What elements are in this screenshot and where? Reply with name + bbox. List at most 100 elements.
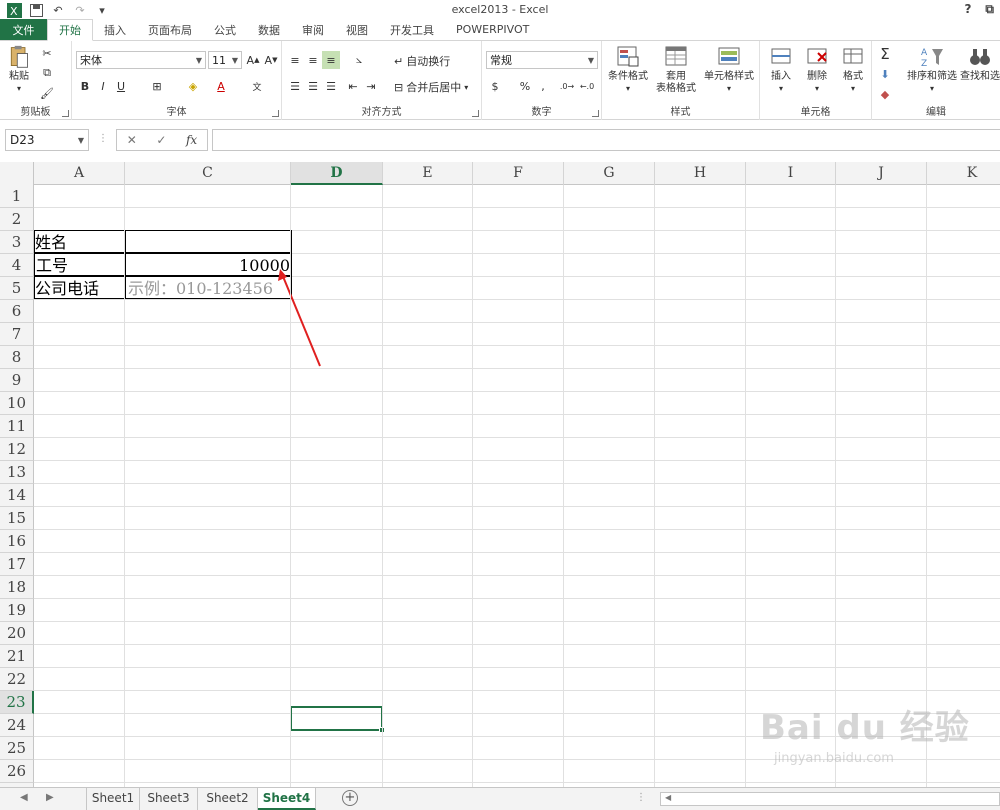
decrease-decimal-icon[interactable]: ←.0 — [578, 77, 596, 95]
row-header[interactable]: 20 — [0, 622, 34, 645]
fill-color-icon[interactable]: ◈ — [184, 77, 202, 95]
column-header[interactable]: D — [291, 162, 383, 185]
tab-data[interactable]: 数据 — [247, 19, 291, 40]
row-header[interactable]: 7 — [0, 323, 34, 346]
format-painter-icon[interactable]: 🖌 — [38, 84, 56, 102]
cell-C4[interactable]: 示例：010-123456 — [124, 276, 292, 299]
align-center-icon[interactable]: ☰ — [304, 77, 322, 95]
align-middle-icon[interactable]: ≡ — [304, 51, 322, 69]
align-left-icon[interactable]: ☰ — [286, 77, 304, 95]
row-header[interactable]: 9 — [0, 369, 34, 392]
add-sheet-button[interactable]: + — [342, 790, 358, 806]
row-header[interactable]: 14 — [0, 484, 34, 507]
align-right-icon[interactable]: ☰ — [322, 77, 340, 95]
cells-area[interactable]: 姓名 工号 10000 公司电话 示例：010-123456 — [34, 185, 1000, 787]
column-header[interactable]: F — [473, 162, 564, 185]
row-header[interactable]: 15 — [0, 507, 34, 530]
row-header[interactable]: 17 — [0, 553, 34, 576]
tab-formulas[interactable]: 公式 — [203, 19, 247, 40]
tab-file[interactable]: 文件 — [0, 19, 47, 40]
row-header[interactable]: 12 — [0, 438, 34, 461]
border-icon[interactable]: ⊞ — [148, 77, 166, 95]
underline-button[interactable]: U — [112, 77, 130, 95]
conditional-format-button[interactable]: 条件格式 ▾ — [604, 45, 652, 95]
row-header[interactable]: 1 — [0, 185, 34, 208]
font-launcher[interactable] — [272, 110, 279, 117]
column-header[interactable]: A — [34, 162, 125, 185]
number-launcher[interactable] — [592, 110, 599, 117]
fill-icon[interactable]: ⬇ — [876, 65, 894, 83]
insert-cells-button[interactable]: 插入 ▾ — [764, 45, 798, 95]
tab-powerpivot[interactable]: POWERPIVOT — [445, 19, 540, 40]
format-cells-button[interactable]: 格式 ▾ — [836, 45, 870, 95]
cancel-edit-button[interactable]: ✕ — [127, 133, 137, 147]
prev-sheet-icon[interactable]: ◀ — [20, 792, 28, 803]
row-header[interactable]: 24 — [0, 714, 34, 737]
tab-page-layout[interactable]: 页面布局 — [137, 19, 203, 40]
row-header[interactable]: 21 — [0, 645, 34, 668]
tab-review[interactable]: 审阅 — [291, 19, 335, 40]
horizontal-scrollbar[interactable]: ◀ — [660, 792, 1000, 806]
insert-function-button[interactable]: fx — [186, 133, 197, 147]
sort-filter-button[interactable]: AZ 排序和筛选 ▾ — [906, 45, 958, 95]
row-header[interactable]: 19 — [0, 599, 34, 622]
row-header[interactable]: 22 — [0, 668, 34, 691]
row-header[interactable]: 4 — [0, 254, 34, 277]
cell-A3[interactable]: 工号 — [34, 253, 125, 276]
column-header[interactable]: H — [655, 162, 746, 185]
format-as-table-button[interactable]: 套用 表格格式 — [652, 45, 700, 95]
sheet-tab-sheet4[interactable]: Sheet4 — [258, 788, 316, 810]
column-header[interactable]: E — [383, 162, 473, 185]
align-top-icon[interactable]: ≡ — [286, 51, 304, 69]
number-format-select[interactable]: 常规 ▼ — [486, 51, 598, 69]
cell-C2[interactable] — [124, 230, 292, 253]
row-header[interactable]: 16 — [0, 530, 34, 553]
formula-input[interactable] — [212, 129, 1000, 151]
active-cell-selection[interactable] — [290, 706, 385, 733]
increase-indent-icon[interactable]: ⇥ — [362, 77, 380, 95]
row-header[interactable]: 11 — [0, 415, 34, 438]
copy-icon[interactable]: ⧉ — [38, 64, 56, 82]
align-bottom-icon[interactable]: ≡ — [322, 51, 340, 69]
row-header[interactable]: 25 — [0, 737, 34, 760]
confirm-edit-button[interactable]: ✓ — [156, 133, 166, 147]
row-header[interactable]: 10 — [0, 392, 34, 415]
name-box[interactable]: D23 ▼ — [5, 129, 89, 151]
percent-button[interactable]: % — [516, 77, 534, 95]
font-color-icon[interactable]: A — [212, 77, 230, 95]
increase-decimal-icon[interactable]: .0→ — [558, 77, 576, 95]
tab-insert[interactable]: 插入 — [93, 19, 137, 40]
font-size-select[interactable]: 11 ▼ — [208, 51, 242, 69]
italic-button[interactable]: I — [94, 77, 112, 95]
decrease-indent-icon[interactable]: ⇤ — [344, 77, 362, 95]
sheet-tab-sheet3[interactable]: Sheet3 — [140, 788, 198, 810]
column-header[interactable]: I — [746, 162, 836, 185]
tab-home[interactable]: 开始 — [47, 19, 93, 41]
find-select-button[interactable]: 查找和选 — [960, 45, 1000, 83]
orientation-icon[interactable]: ⦣ — [350, 51, 368, 69]
next-sheet-icon[interactable]: ▶ — [46, 792, 54, 803]
row-header[interactable]: 3 — [0, 231, 34, 254]
tab-developer[interactable]: 开发工具 — [379, 19, 445, 40]
shrink-font-icon[interactable]: A ▼ — [262, 51, 280, 69]
tab-view[interactable]: 视图 — [335, 19, 379, 40]
cell-A4[interactable]: 公司电话 — [34, 276, 125, 299]
font-name-select[interactable]: 宋体 ▼ — [76, 51, 206, 69]
column-header[interactable]: J — [836, 162, 927, 185]
row-header[interactable]: 2 — [0, 208, 34, 231]
bold-button[interactable]: B — [76, 77, 94, 95]
delete-cells-button[interactable]: 删除 ▾ — [800, 45, 834, 95]
column-header[interactable]: K — [927, 162, 1000, 185]
paste-button[interactable]: 粘贴 ▾ — [4, 45, 34, 95]
row-header[interactable]: 5 — [0, 277, 34, 300]
cell-styles-button[interactable]: 单元格样式 ▾ — [700, 45, 758, 95]
row-header[interactable]: 8 — [0, 346, 34, 369]
autosum-button[interactable]: Σ — [876, 45, 894, 63]
cell-C3[interactable]: 10000 — [124, 253, 292, 276]
help-button[interactable]: ? — [964, 2, 971, 17]
merge-center-button[interactable]: ⊟ 合并后居中 ▾ — [394, 79, 468, 95]
cut-icon[interactable]: ✂ — [38, 44, 56, 62]
row-header[interactable]: 18 — [0, 576, 34, 599]
alignment-launcher[interactable] — [472, 110, 479, 117]
cell-A2[interactable]: 姓名 — [34, 230, 125, 253]
